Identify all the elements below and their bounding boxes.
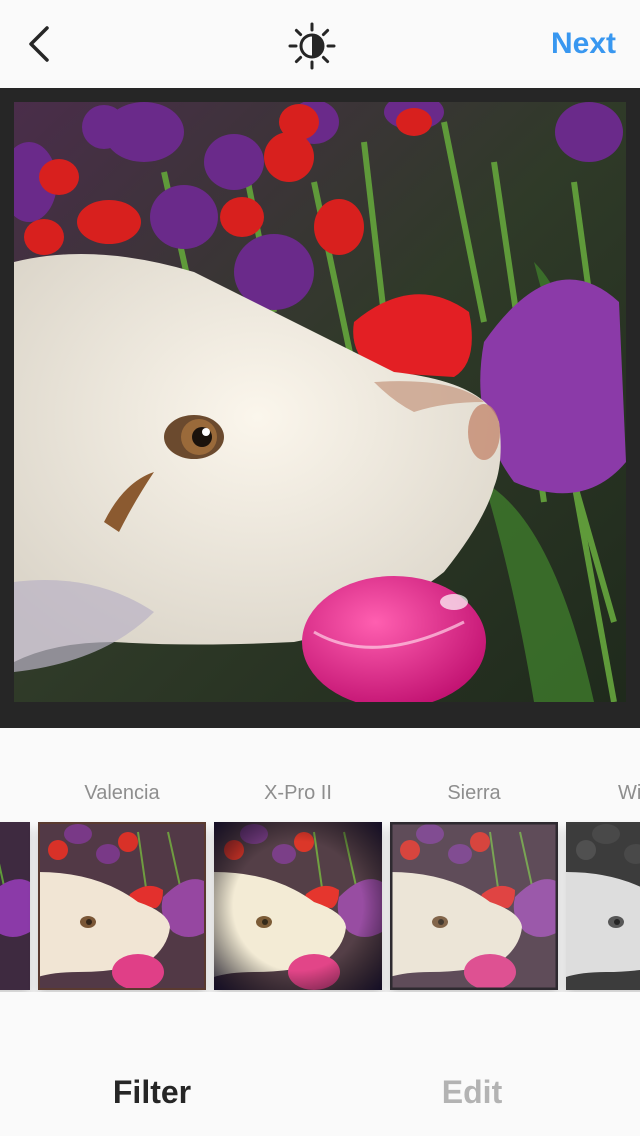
tab-edit[interactable]: Edit [320, 1068, 624, 1116]
next-button[interactable]: Next [551, 22, 616, 66]
back-button[interactable] [14, 20, 62, 68]
filter-thumb-willow[interactable] [566, 822, 640, 990]
filter-label-sierra: Sierra [447, 782, 501, 804]
top-navigation-bar: Next [0, 0, 640, 88]
filter-thumb-valencia[interactable] [38, 822, 206, 990]
filter-thumb-normal[interactable] [0, 822, 30, 990]
sun-half-icon [288, 22, 336, 70]
filter-thumb-xpro[interactable] [214, 822, 382, 990]
filter-labels-row: Valencia X-Pro II Sierra Wi [0, 776, 640, 810]
filter-label-valencia: Valencia [84, 782, 160, 804]
filter-thumb-sierra[interactable] [390, 822, 558, 990]
chevron-left-icon [29, 26, 49, 62]
bottom-tab-bar: Filter Edit [0, 1046, 640, 1136]
photo-preview [14, 102, 626, 702]
filter-label-xpro: X-Pro II [264, 782, 332, 804]
filter-label-partial: Wi [618, 782, 640, 804]
photo-preview-frame [0, 88, 640, 728]
lux-adjust-button[interactable] [284, 18, 340, 74]
dog-with-tulips-photo [14, 102, 626, 702]
filter-thumbnail-strip[interactable] [0, 820, 640, 992]
tab-filter[interactable]: Filter [0, 1068, 304, 1116]
